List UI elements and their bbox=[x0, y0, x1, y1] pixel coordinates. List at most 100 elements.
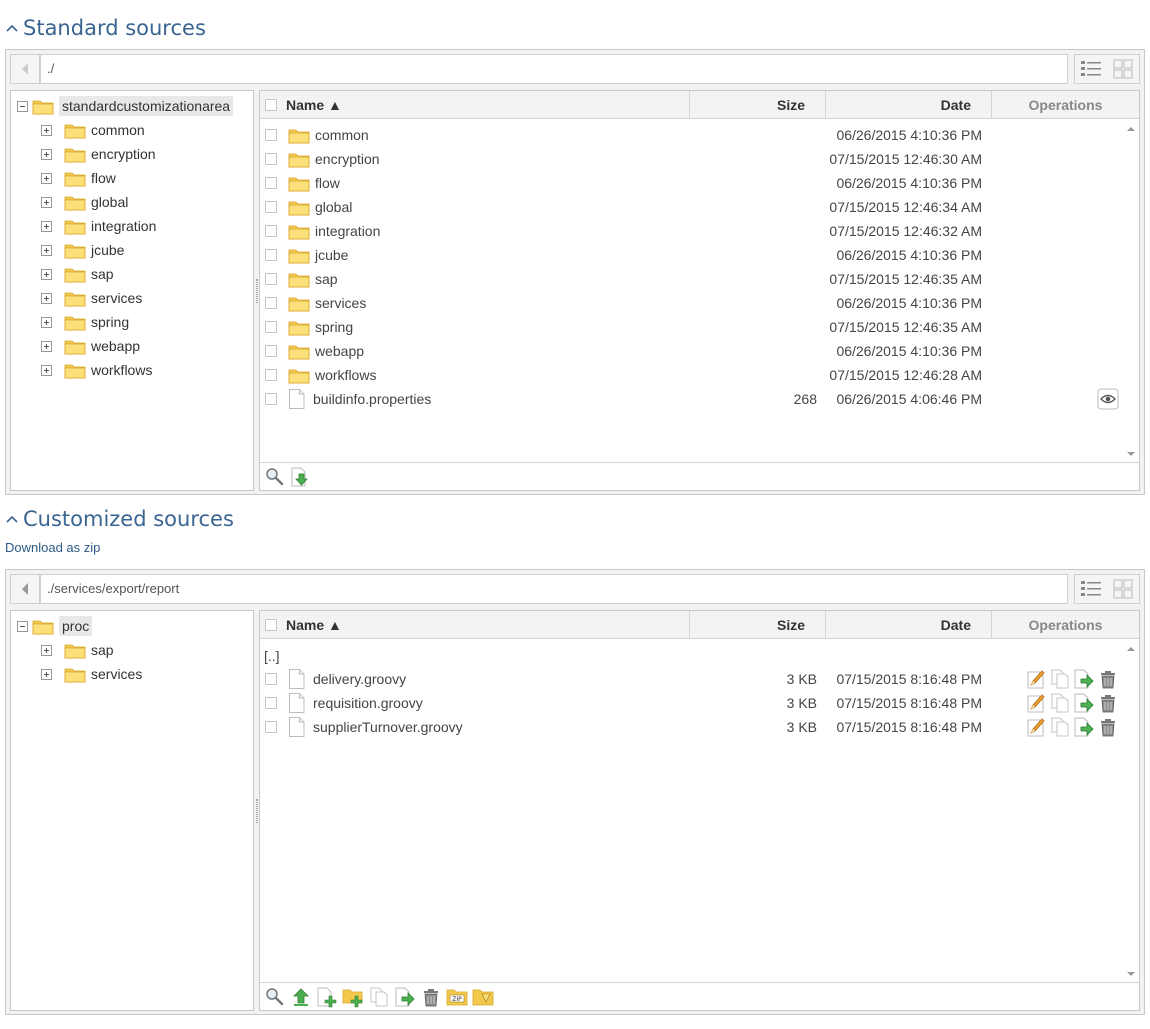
copy-icon[interactable] bbox=[1049, 692, 1071, 714]
tree-node-common[interactable]: common bbox=[41, 119, 145, 141]
back-button[interactable] bbox=[10, 54, 40, 84]
column-date[interactable]: Date bbox=[826, 611, 992, 639]
row-name[interactable]: integration bbox=[288, 219, 380, 243]
row-name[interactable]: common bbox=[288, 123, 369, 147]
column-size[interactable]: Size bbox=[690, 91, 826, 119]
edit-icon[interactable] bbox=[1025, 716, 1047, 738]
copy-icon[interactable] bbox=[1049, 668, 1071, 690]
row-name[interactable]: services bbox=[288, 291, 366, 315]
tree-node-sap[interactable]: sap bbox=[41, 263, 114, 285]
folder-row[interactable]: workflows 07/15/2015 12:46:28 AM bbox=[260, 363, 1121, 387]
expand-icon[interactable] bbox=[41, 124, 52, 136]
download-icon[interactable] bbox=[290, 466, 312, 488]
details-view-button[interactable] bbox=[1075, 55, 1107, 83]
expand-icon[interactable] bbox=[41, 292, 52, 304]
scroll-down-icon[interactable] bbox=[1127, 971, 1135, 977]
folder-row[interactable]: global 07/15/2015 12:46:34 AM bbox=[260, 195, 1121, 219]
trash-icon[interactable] bbox=[1097, 668, 1119, 690]
copy-icon[interactable] bbox=[1049, 716, 1071, 738]
row-name[interactable]: encryption bbox=[288, 147, 380, 171]
download-as-zip-link[interactable]: Download as zip bbox=[5, 540, 100, 555]
select-all-checkbox[interactable] bbox=[265, 619, 277, 631]
tree-node-workflows[interactable]: workflows bbox=[41, 359, 152, 381]
row-name[interactable]: flow bbox=[288, 171, 340, 195]
expand-icon[interactable] bbox=[41, 196, 52, 208]
file-row[interactable]: supplierTurnover.groovy 3 KB 07/15/2015 8:… bbox=[260, 715, 1121, 739]
tree-node-services[interactable]: services bbox=[41, 663, 142, 685]
folder-row[interactable]: common 06/26/2015 4:10:36 PM bbox=[260, 123, 1121, 147]
thumbnail-view-button[interactable] bbox=[1107, 55, 1139, 83]
collapse-icon[interactable] bbox=[17, 620, 28, 632]
file-row[interactable]: buildinfo.properties 268 06/26/2015 4:06:4… bbox=[260, 387, 1121, 411]
folder-row[interactable]: flow 06/26/2015 4:10:36 PM bbox=[260, 171, 1121, 195]
standard-sources-header[interactable]: Standard sources bbox=[5, 13, 206, 43]
tree-root[interactable]: proc bbox=[17, 615, 93, 637]
select-all-checkbox[interactable] bbox=[265, 99, 277, 111]
row-name[interactable]: buildinfo.properties bbox=[288, 387, 431, 411]
trash-icon[interactable] bbox=[420, 986, 442, 1008]
scroll-up-icon[interactable] bbox=[1127, 126, 1135, 132]
row-name[interactable]: delivery.groovy bbox=[288, 667, 406, 691]
scroll-down-icon[interactable] bbox=[1127, 451, 1135, 457]
view-icon[interactable] bbox=[1097, 388, 1119, 410]
move-icon[interactable] bbox=[394, 986, 416, 1008]
row-checkbox[interactable] bbox=[265, 225, 277, 237]
move-icon[interactable] bbox=[1073, 692, 1095, 714]
expand-icon[interactable] bbox=[41, 268, 52, 280]
row-checkbox[interactable] bbox=[265, 393, 277, 405]
row-name[interactable]: spring bbox=[288, 315, 353, 339]
expand-icon[interactable] bbox=[41, 172, 52, 184]
row-checkbox[interactable] bbox=[265, 273, 277, 285]
folder-row[interactable]: integration 07/15/2015 12:46:32 AM bbox=[260, 219, 1121, 243]
expand-icon[interactable] bbox=[41, 364, 52, 376]
tree-node-encryption[interactable]: encryption bbox=[41, 143, 156, 165]
scroll-up-icon[interactable] bbox=[1127, 646, 1135, 652]
path-input[interactable]: ./ bbox=[40, 54, 1068, 84]
search-icon[interactable] bbox=[264, 986, 286, 1008]
move-icon[interactable] bbox=[1073, 716, 1095, 738]
folder-row[interactable]: webapp 06/26/2015 4:10:36 PM bbox=[260, 339, 1121, 363]
back-button[interactable] bbox=[10, 574, 40, 604]
copy-icon[interactable] bbox=[368, 986, 390, 1008]
row-checkbox[interactable] bbox=[265, 177, 277, 189]
column-name[interactable]: Name ▲ bbox=[286, 611, 690, 639]
row-checkbox[interactable] bbox=[265, 673, 277, 685]
vertical-scrollbar[interactable] bbox=[1123, 120, 1139, 463]
file-row[interactable]: requisition.groovy 3 KB 07/15/2015 8:16:48… bbox=[260, 691, 1121, 715]
folder-row[interactable]: sap 07/15/2015 12:46:35 AM bbox=[260, 267, 1121, 291]
file-row[interactable]: delivery.groovy 3 KB 07/15/2015 8:16:48 PM bbox=[260, 667, 1121, 691]
row-checkbox[interactable] bbox=[265, 201, 277, 213]
customized-sources-header[interactable]: Customized sources bbox=[5, 504, 234, 534]
folder-row[interactable]: encryption 07/15/2015 12:46:30 AM bbox=[260, 147, 1121, 171]
row-name[interactable]: workflows bbox=[288, 363, 376, 387]
upload-icon[interactable] bbox=[290, 986, 312, 1008]
row-checkbox[interactable] bbox=[265, 129, 277, 141]
search-icon[interactable] bbox=[264, 466, 286, 488]
row-checkbox[interactable] bbox=[265, 369, 277, 381]
edit-icon[interactable] bbox=[1025, 668, 1047, 690]
expand-icon[interactable] bbox=[41, 340, 52, 352]
row-checkbox[interactable] bbox=[265, 249, 277, 261]
row-name[interactable]: jcube bbox=[288, 243, 348, 267]
expand-icon[interactable] bbox=[41, 644, 52, 656]
path-input[interactable]: ./services/export/report bbox=[40, 574, 1068, 604]
tree-node-flow[interactable]: flow bbox=[41, 167, 116, 189]
thumbnail-view-button[interactable] bbox=[1107, 575, 1139, 603]
tree-node-sap[interactable]: sap bbox=[41, 639, 114, 661]
expand-icon[interactable] bbox=[41, 220, 52, 232]
folder-row[interactable]: services 06/26/2015 4:10:36 PM bbox=[260, 291, 1121, 315]
trash-icon[interactable] bbox=[1097, 692, 1119, 714]
tree-node-jcube[interactable]: jcube bbox=[41, 239, 124, 261]
tree-node-integration[interactable]: integration bbox=[41, 215, 156, 237]
row-checkbox[interactable] bbox=[265, 153, 277, 165]
folder-row[interactable]: spring 07/15/2015 12:46:35 AM bbox=[260, 315, 1121, 339]
expand-icon[interactable] bbox=[41, 244, 52, 256]
expand-icon[interactable] bbox=[41, 668, 52, 680]
vertical-scrollbar[interactable] bbox=[1123, 640, 1139, 983]
row-name[interactable]: global bbox=[288, 195, 352, 219]
tree-node-spring[interactable]: spring bbox=[41, 311, 129, 333]
unzip-icon[interactable] bbox=[472, 986, 494, 1008]
move-icon[interactable] bbox=[1073, 668, 1095, 690]
tree-node-webapp[interactable]: webapp bbox=[41, 335, 140, 357]
folder-row[interactable]: jcube 06/26/2015 4:10:36 PM bbox=[260, 243, 1121, 267]
